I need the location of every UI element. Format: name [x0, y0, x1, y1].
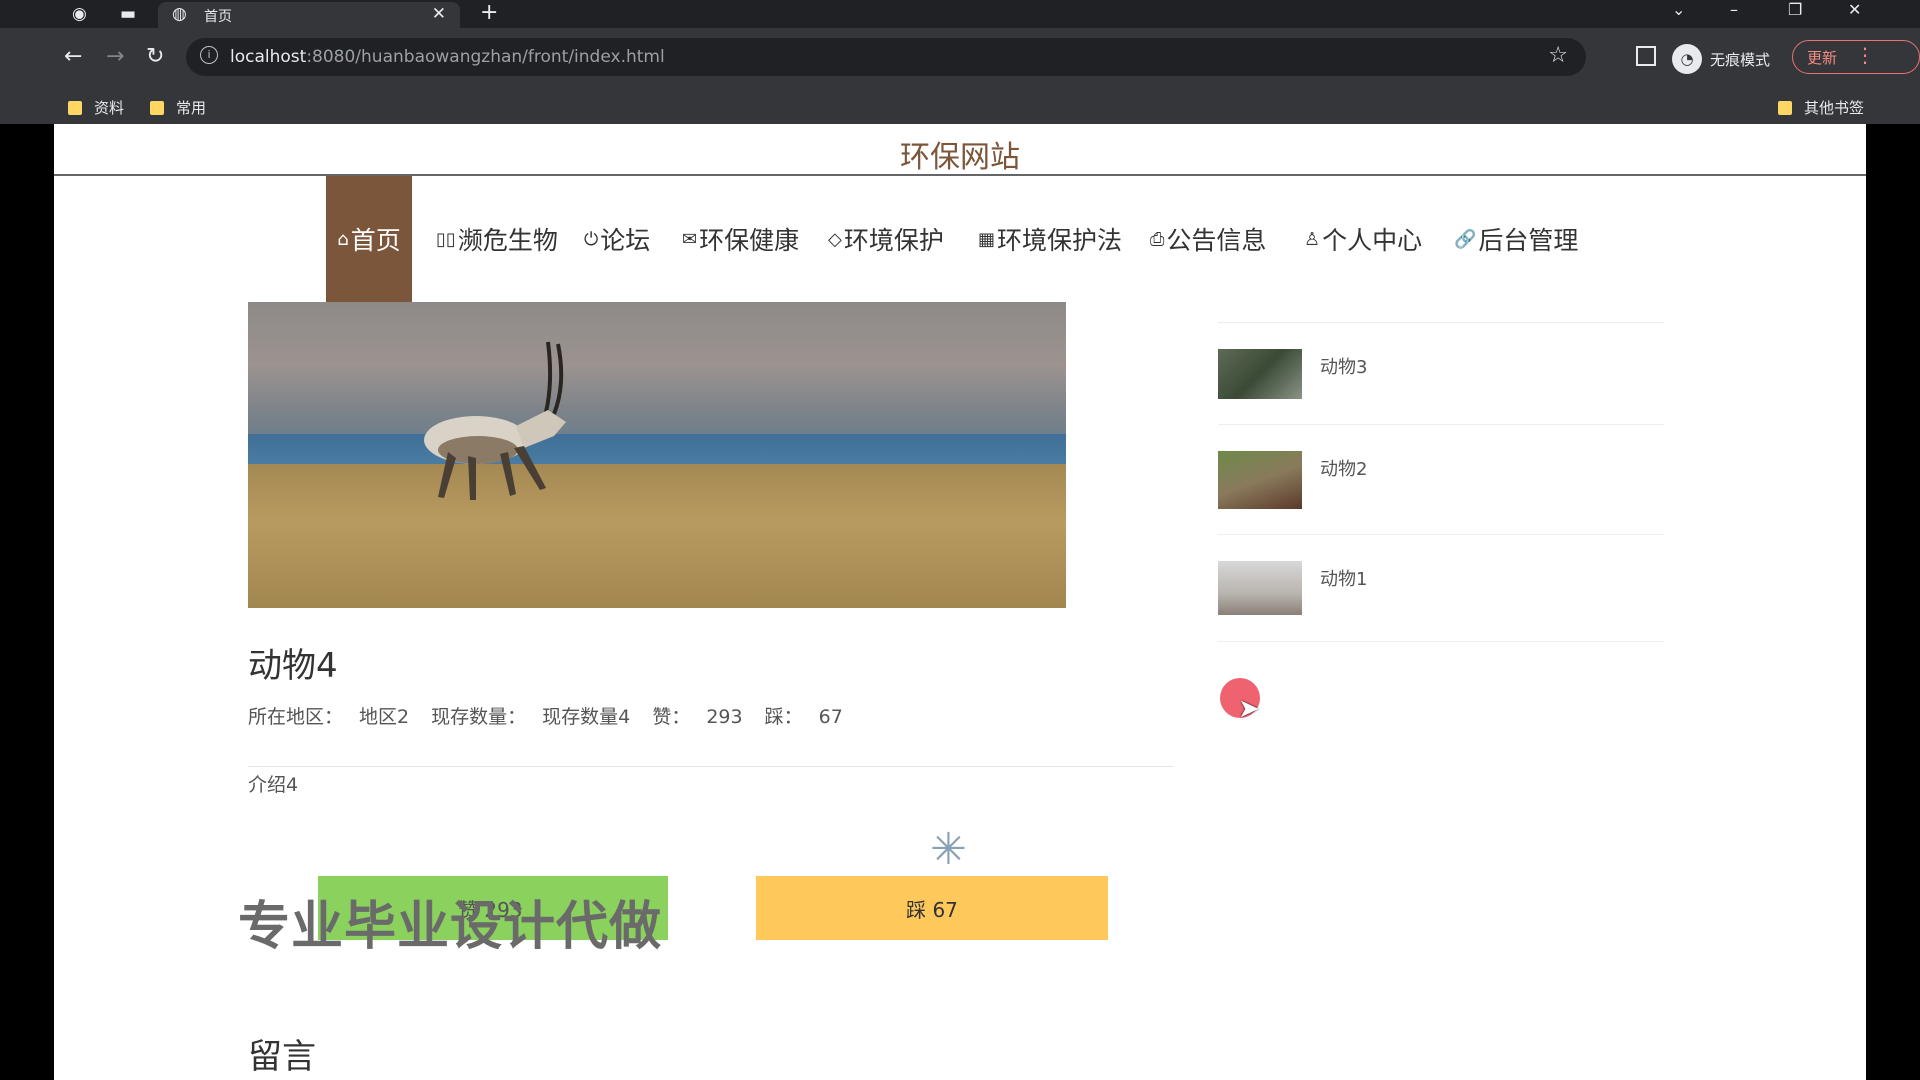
chevron-down-icon[interactable]: ⌄	[1672, 0, 1685, 19]
back-icon[interactable]: ←	[64, 44, 82, 70]
list-item[interactable]: 动物2	[1218, 424, 1664, 535]
likes-label: 赞：	[652, 706, 691, 728]
minimize-icon[interactable]: –	[1730, 0, 1738, 19]
animal-thumbnail[interactable]	[1218, 561, 1302, 615]
list-item-name[interactable]: 动物1	[1320, 565, 1367, 591]
animal-thumbnail[interactable]	[1218, 451, 1302, 509]
power-icon: ⏻	[584, 228, 599, 250]
cursor-icon: ➤	[1238, 694, 1260, 724]
web-page: 环保网站 ⌂ 首页 ▯▯ 濒危生物 ⏻ 论坛 ✉ 环保健康 ◇ 环境保护 ▦ 环境保护法 ⎙…	[54, 124, 1866, 1080]
animal-title: 动物4	[248, 646, 338, 686]
incognito-icon[interactable]: ◔	[1672, 44, 1702, 74]
nav-item-home[interactable]: ⌂ 首页	[326, 176, 412, 302]
watermark-text: 专业毕业设计代做	[238, 897, 663, 957]
count-value: 现存数量4	[542, 706, 631, 728]
folder-icon	[150, 101, 164, 115]
update-label: 更新	[1807, 49, 1838, 67]
url-text[interactable]: localhost:8080/huanbaowangzhan/front/ind…	[230, 47, 665, 67]
user-icon: ♙	[1304, 228, 1321, 250]
nav-item-health[interactable]: ✉ 环保健康	[682, 176, 799, 302]
forward-icon[interactable]: →	[106, 44, 124, 70]
antelope-illustration	[424, 341, 566, 500]
mail-icon: ✉	[682, 228, 698, 250]
dislikes-value: 67	[818, 706, 843, 728]
region-value: 地区2	[359, 706, 410, 728]
columns-icon: ▯▯	[436, 228, 456, 250]
info-icon[interactable]: i	[200, 46, 218, 64]
folder-icon	[1778, 101, 1792, 115]
reload-icon[interactable]: ↻	[146, 44, 164, 70]
star-icon[interactable]: ☆	[1548, 43, 1568, 68]
incognito-label: 无痕模式	[1710, 51, 1771, 69]
nav-item-profile[interactable]: ♙ 个人中心	[1304, 176, 1422, 302]
update-button[interactable]: 更新 ⋮	[1792, 40, 1920, 74]
browser-tabbar: ◉ ▬ ◍ 首页 ✕ + ⌄ – ❐ ✕	[0, 0, 1920, 28]
animal-photo	[248, 302, 1066, 608]
likes-value: 293	[706, 706, 743, 728]
nav-item-notice[interactable]: ⎙ 公告信息	[1150, 176, 1266, 302]
main-nav: ⌂ 首页 ▯▯ 濒危生物 ⏻ 论坛 ✉ 环保健康 ◇ 环境保护 ▦ 环境保护法 ⎙ 公告信息 …	[54, 176, 1866, 302]
tag-icon: ◇	[828, 228, 842, 250]
grid-icon: ▦	[978, 228, 996, 250]
region-label: 所在地区：	[248, 706, 344, 728]
bookmarks-bar: 资料 常用 其他书签	[0, 88, 1920, 124]
site-title: 环保网站	[900, 140, 1020, 175]
list-item-name[interactable]: 动物2	[1320, 455, 1367, 481]
bookmark-folder-other[interactable]: 其他书签	[1778, 97, 1864, 118]
new-tab-icon[interactable]: +	[480, 0, 498, 25]
link-icon: 🔗	[1454, 228, 1477, 250]
tab-title: 首页	[204, 9, 232, 25]
bookmark-folder-ziliao[interactable]: 资料	[68, 97, 124, 118]
nav-item-protection[interactable]: ◇ 环境保护	[828, 176, 944, 302]
loading-spinner-icon: ✳	[930, 824, 967, 875]
dislike-button-label: 踩 67	[906, 898, 958, 922]
nav-item-law[interactable]: ▦ 环境保护法	[978, 176, 1122, 302]
list-item[interactable]: 动物3	[1218, 322, 1664, 425]
dislikes-label: 踩：	[764, 706, 803, 728]
animal-thumbnail[interactable]	[1218, 349, 1302, 399]
nav-item-endangered[interactable]: ▯▯ 濒危生物	[436, 176, 558, 302]
list-item[interactable]: 动物1	[1218, 534, 1664, 642]
nav-item-admin[interactable]: 🔗 后台管理	[1454, 176, 1578, 302]
dislike-button[interactable]: 踩 67	[756, 876, 1108, 940]
animal-meta: 所在地区： 地区2 现存数量： 现存数量4 赞： 293 踩： 67	[248, 702, 859, 729]
window-close-icon[interactable]: ✕	[1848, 0, 1861, 19]
print-icon: ⎙	[1150, 228, 1165, 250]
divider	[248, 766, 1174, 767]
profile-icon[interactable]: ◉	[72, 3, 87, 25]
globe-icon: ◍	[172, 4, 187, 24]
comment-heading: 留言	[248, 1037, 316, 1077]
close-icon[interactable]: ✕	[432, 4, 446, 24]
side-panel-icon[interactable]	[1636, 46, 1656, 66]
address-bar[interactable]: i localhost:8080/huanbaowangzhan/front/i…	[186, 38, 1586, 76]
home-icon: ⌂	[337, 228, 349, 250]
browser-tab-active[interactable]: ◍ 首页 ✕	[158, 2, 460, 28]
tab-search-icon[interactable]: ▬	[120, 3, 136, 25]
nav-item-forum[interactable]: ⏻ 论坛	[584, 176, 650, 302]
animal-intro: 介绍4	[248, 774, 299, 796]
list-item-name[interactable]: 动物3	[1320, 353, 1367, 379]
bookmark-folder-changyong[interactable]: 常用	[150, 97, 206, 118]
count-label: 现存数量：	[431, 706, 527, 728]
folder-icon	[68, 101, 82, 115]
site-header: 环保网站	[54, 124, 1866, 176]
browser-toolbar: ← → ↻ i localhost:8080/huanbaowangzhan/f…	[0, 28, 1920, 88]
restore-icon[interactable]: ❐	[1788, 0, 1802, 19]
more-icon[interactable]: ⋮	[1855, 43, 1875, 67]
